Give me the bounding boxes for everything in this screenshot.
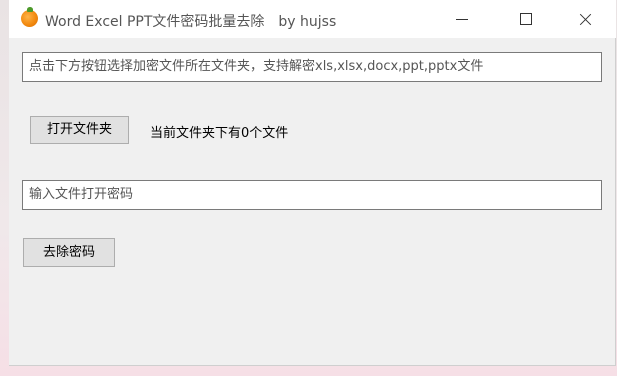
orange-icon — [21, 7, 38, 27]
password-field[interactable]: 输入文件打开密码 — [22, 180, 602, 210]
maximize-button[interactable] — [503, 0, 549, 38]
window-title: Word Excel PPT文件密码批量去除 by hujss — [45, 11, 336, 31]
minimize-button[interactable] — [439, 0, 485, 38]
window-title-text: Word Excel PPT文件密码批量去除 — [45, 14, 265, 30]
folder-path-field[interactable]: 点击下方按钮选择加密文件所在文件夹，支持解密xls,xlsx,docx,ppt,… — [22, 52, 602, 82]
open-folder-button[interactable]: 打开文件夹 — [30, 116, 129, 144]
window-author: by hujss — [278, 14, 337, 30]
app-window: Word Excel PPT文件密码批量去除 by hujss 点击下方按钮选择加… — [9, 0, 616, 366]
file-count-status: 当前文件夹下有0个文件 — [150, 126, 289, 141]
remove-password-button[interactable]: 去除密码 — [23, 238, 115, 267]
close-button[interactable] — [562, 0, 608, 38]
title-bar[interactable]: Word Excel PPT文件密码批量去除 by hujss — [9, 0, 616, 38]
